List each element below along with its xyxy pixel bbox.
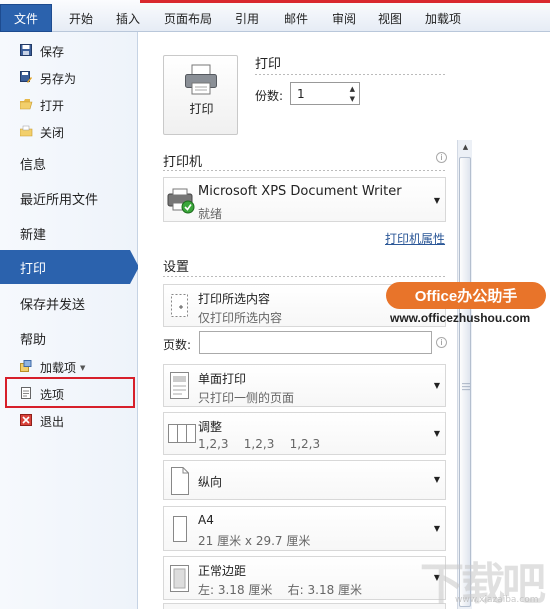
menu-open[interactable]: 打开 xyxy=(19,97,65,114)
tab-mailings[interactable]: 邮件 xyxy=(284,10,308,27)
tab-file[interactable]: 文件 xyxy=(0,4,52,32)
collate-sub: 1,2,3 1,2,3 1,2,3 xyxy=(198,437,321,451)
copies-label: 份数: xyxy=(255,89,284,103)
grip-icon: ― ― ― xyxy=(462,379,470,394)
watermark-logo-url: www.xiazaiba.com xyxy=(455,595,539,605)
save-icon xyxy=(20,44,32,59)
margins-main: 正常边距 xyxy=(198,564,247,578)
printer-device-icon xyxy=(167,186,195,217)
collate-icon xyxy=(167,423,197,448)
paper-size-sub: 21 厘米 x 29.7 厘米 xyxy=(198,534,311,548)
info-icon[interactable]: i xyxy=(436,337,447,348)
print-title-divider xyxy=(255,74,447,75)
chevron-down-icon: ▼ xyxy=(80,363,86,372)
chevron-down-icon: ▼ xyxy=(433,381,440,390)
paper-size-main: A4 xyxy=(198,513,214,527)
scroll-up-icon[interactable]: ▲ xyxy=(458,140,473,155)
single-sided-icon xyxy=(169,371,191,404)
menu-addins[interactable]: 加载项 ▼ xyxy=(20,359,86,376)
printer-dropdown[interactable]: Microsoft XPS Document Writer 就绪 ▼ xyxy=(163,177,446,222)
print-scope-sub: 仅打印所选内容 xyxy=(198,311,283,325)
menu-print-label: 打印 xyxy=(20,262,47,277)
paper-icon xyxy=(172,515,188,546)
printer-status: 就绪 xyxy=(198,207,223,221)
menu-save-as[interactable]: 另存为 xyxy=(20,70,77,87)
settings-section-title: 设置 xyxy=(163,260,190,275)
printer-name: Microsoft XPS Document Writer xyxy=(198,184,402,199)
scrollbar-thumb[interactable]: ― ― ― xyxy=(459,157,471,607)
pages-input[interactable] xyxy=(199,331,432,354)
menu-save-label: 保存 xyxy=(40,45,65,59)
word-backstage-window: 文件 开始 插入 页面布局 引用 邮件 审阅 视图 加载项 保存 另存为 打开 … xyxy=(0,0,550,609)
ribbon-accent-line xyxy=(140,0,550,3)
printer-properties-link[interactable]: 打印机属性 xyxy=(385,230,445,247)
menu-addins-label: 加载项 xyxy=(40,361,77,375)
orientation-main: 纵向 xyxy=(198,475,223,489)
menu-new[interactable]: 新建 xyxy=(20,224,46,243)
tab-view[interactable]: 视图 xyxy=(378,10,402,27)
menu-info[interactable]: 信息 xyxy=(20,154,46,173)
watermark-url: www.officezhushou.com xyxy=(390,311,531,325)
chevron-down-icon: ▼ xyxy=(433,429,440,438)
chevron-down-icon: ▼ xyxy=(433,524,440,533)
sides-main: 单面打印 xyxy=(198,372,247,386)
print-scope-main: 打印所选内容 xyxy=(198,292,271,306)
print-section-title: 打印 xyxy=(255,57,282,72)
printer-section-title: 打印机 xyxy=(163,155,203,170)
margins-icon xyxy=(169,564,191,597)
addins-icon xyxy=(20,360,32,375)
tab-home[interactable]: 开始 xyxy=(69,10,93,27)
settings-scrollbar[interactable]: ▲ ― ― ― xyxy=(457,140,472,609)
copies-value: 1 xyxy=(297,87,305,101)
menu-save[interactable]: 保存 xyxy=(20,43,65,60)
tab-references[interactable]: 引用 xyxy=(235,10,259,27)
tab-addins[interactable]: 加载项 xyxy=(425,10,461,27)
options-highlight-box xyxy=(5,377,135,408)
info-icon[interactable]: i xyxy=(436,152,447,163)
spin-up-icon[interactable]: ▲ xyxy=(350,85,355,93)
sides-sub: 只打印一侧的页面 xyxy=(198,391,295,405)
menu-close[interactable]: 关闭 xyxy=(19,124,65,141)
printer-icon xyxy=(184,64,218,99)
print-button[interactable]: 打印 xyxy=(163,55,238,135)
orientation-dropdown[interactable]: 纵向 ▼ xyxy=(163,460,446,500)
menu-help[interactable]: 帮助 xyxy=(20,329,46,348)
open-folder-icon xyxy=(19,98,33,113)
menu-recent[interactable]: 最近所用文件 xyxy=(20,189,98,208)
settings-divider xyxy=(163,276,446,277)
chevron-down-icon: ▼ xyxy=(433,475,440,484)
pages-label: 页数: xyxy=(163,338,192,352)
watermark-badge: Office办公助手 xyxy=(386,282,546,309)
tab-page-layout[interactable]: 页面布局 xyxy=(164,10,212,27)
tab-insert[interactable]: 插入 xyxy=(116,10,140,27)
menu-exit[interactable]: 退出 xyxy=(20,413,65,430)
collate-main: 调整 xyxy=(198,420,223,434)
print-button-label: 打印 xyxy=(189,102,214,116)
menu-save-send[interactable]: 保存并发送 xyxy=(20,294,85,313)
exit-icon xyxy=(20,414,32,429)
portrait-icon xyxy=(170,466,190,499)
menu-open-label: 打开 xyxy=(40,99,65,113)
chevron-down-icon: ▼ xyxy=(433,196,440,205)
paper-size-dropdown[interactable]: A4 21 厘米 x 29.7 厘米 ▼ xyxy=(163,506,446,551)
margins-sub: 左: 3.18 厘米 右: 3.18 厘米 xyxy=(198,583,363,597)
tab-review[interactable]: 审阅 xyxy=(332,10,356,27)
next-setting-partial xyxy=(163,603,446,609)
backstage-nav xyxy=(0,32,138,609)
copies-stepper[interactable]: 1 ▲ ▼ xyxy=(290,82,360,105)
menu-exit-label: 退出 xyxy=(40,415,65,429)
close-folder-icon xyxy=(19,125,33,140)
margins-dropdown[interactable]: 正常边距 左: 3.18 厘米 右: 3.18 厘米 ▼ xyxy=(163,556,446,600)
selection-page-icon xyxy=(170,293,190,322)
menu-save-as-label: 另存为 xyxy=(40,72,77,86)
printer-divider xyxy=(163,170,446,171)
collate-dropdown[interactable]: 调整 1,2,3 1,2,3 1,2,3 ▼ xyxy=(163,412,446,455)
sides-dropdown[interactable]: 单面打印 只打印一侧的页面 ▼ xyxy=(163,364,446,407)
menu-close-label: 关闭 xyxy=(40,126,65,140)
save-as-icon xyxy=(20,71,32,86)
spin-down-icon[interactable]: ▼ xyxy=(350,95,355,103)
